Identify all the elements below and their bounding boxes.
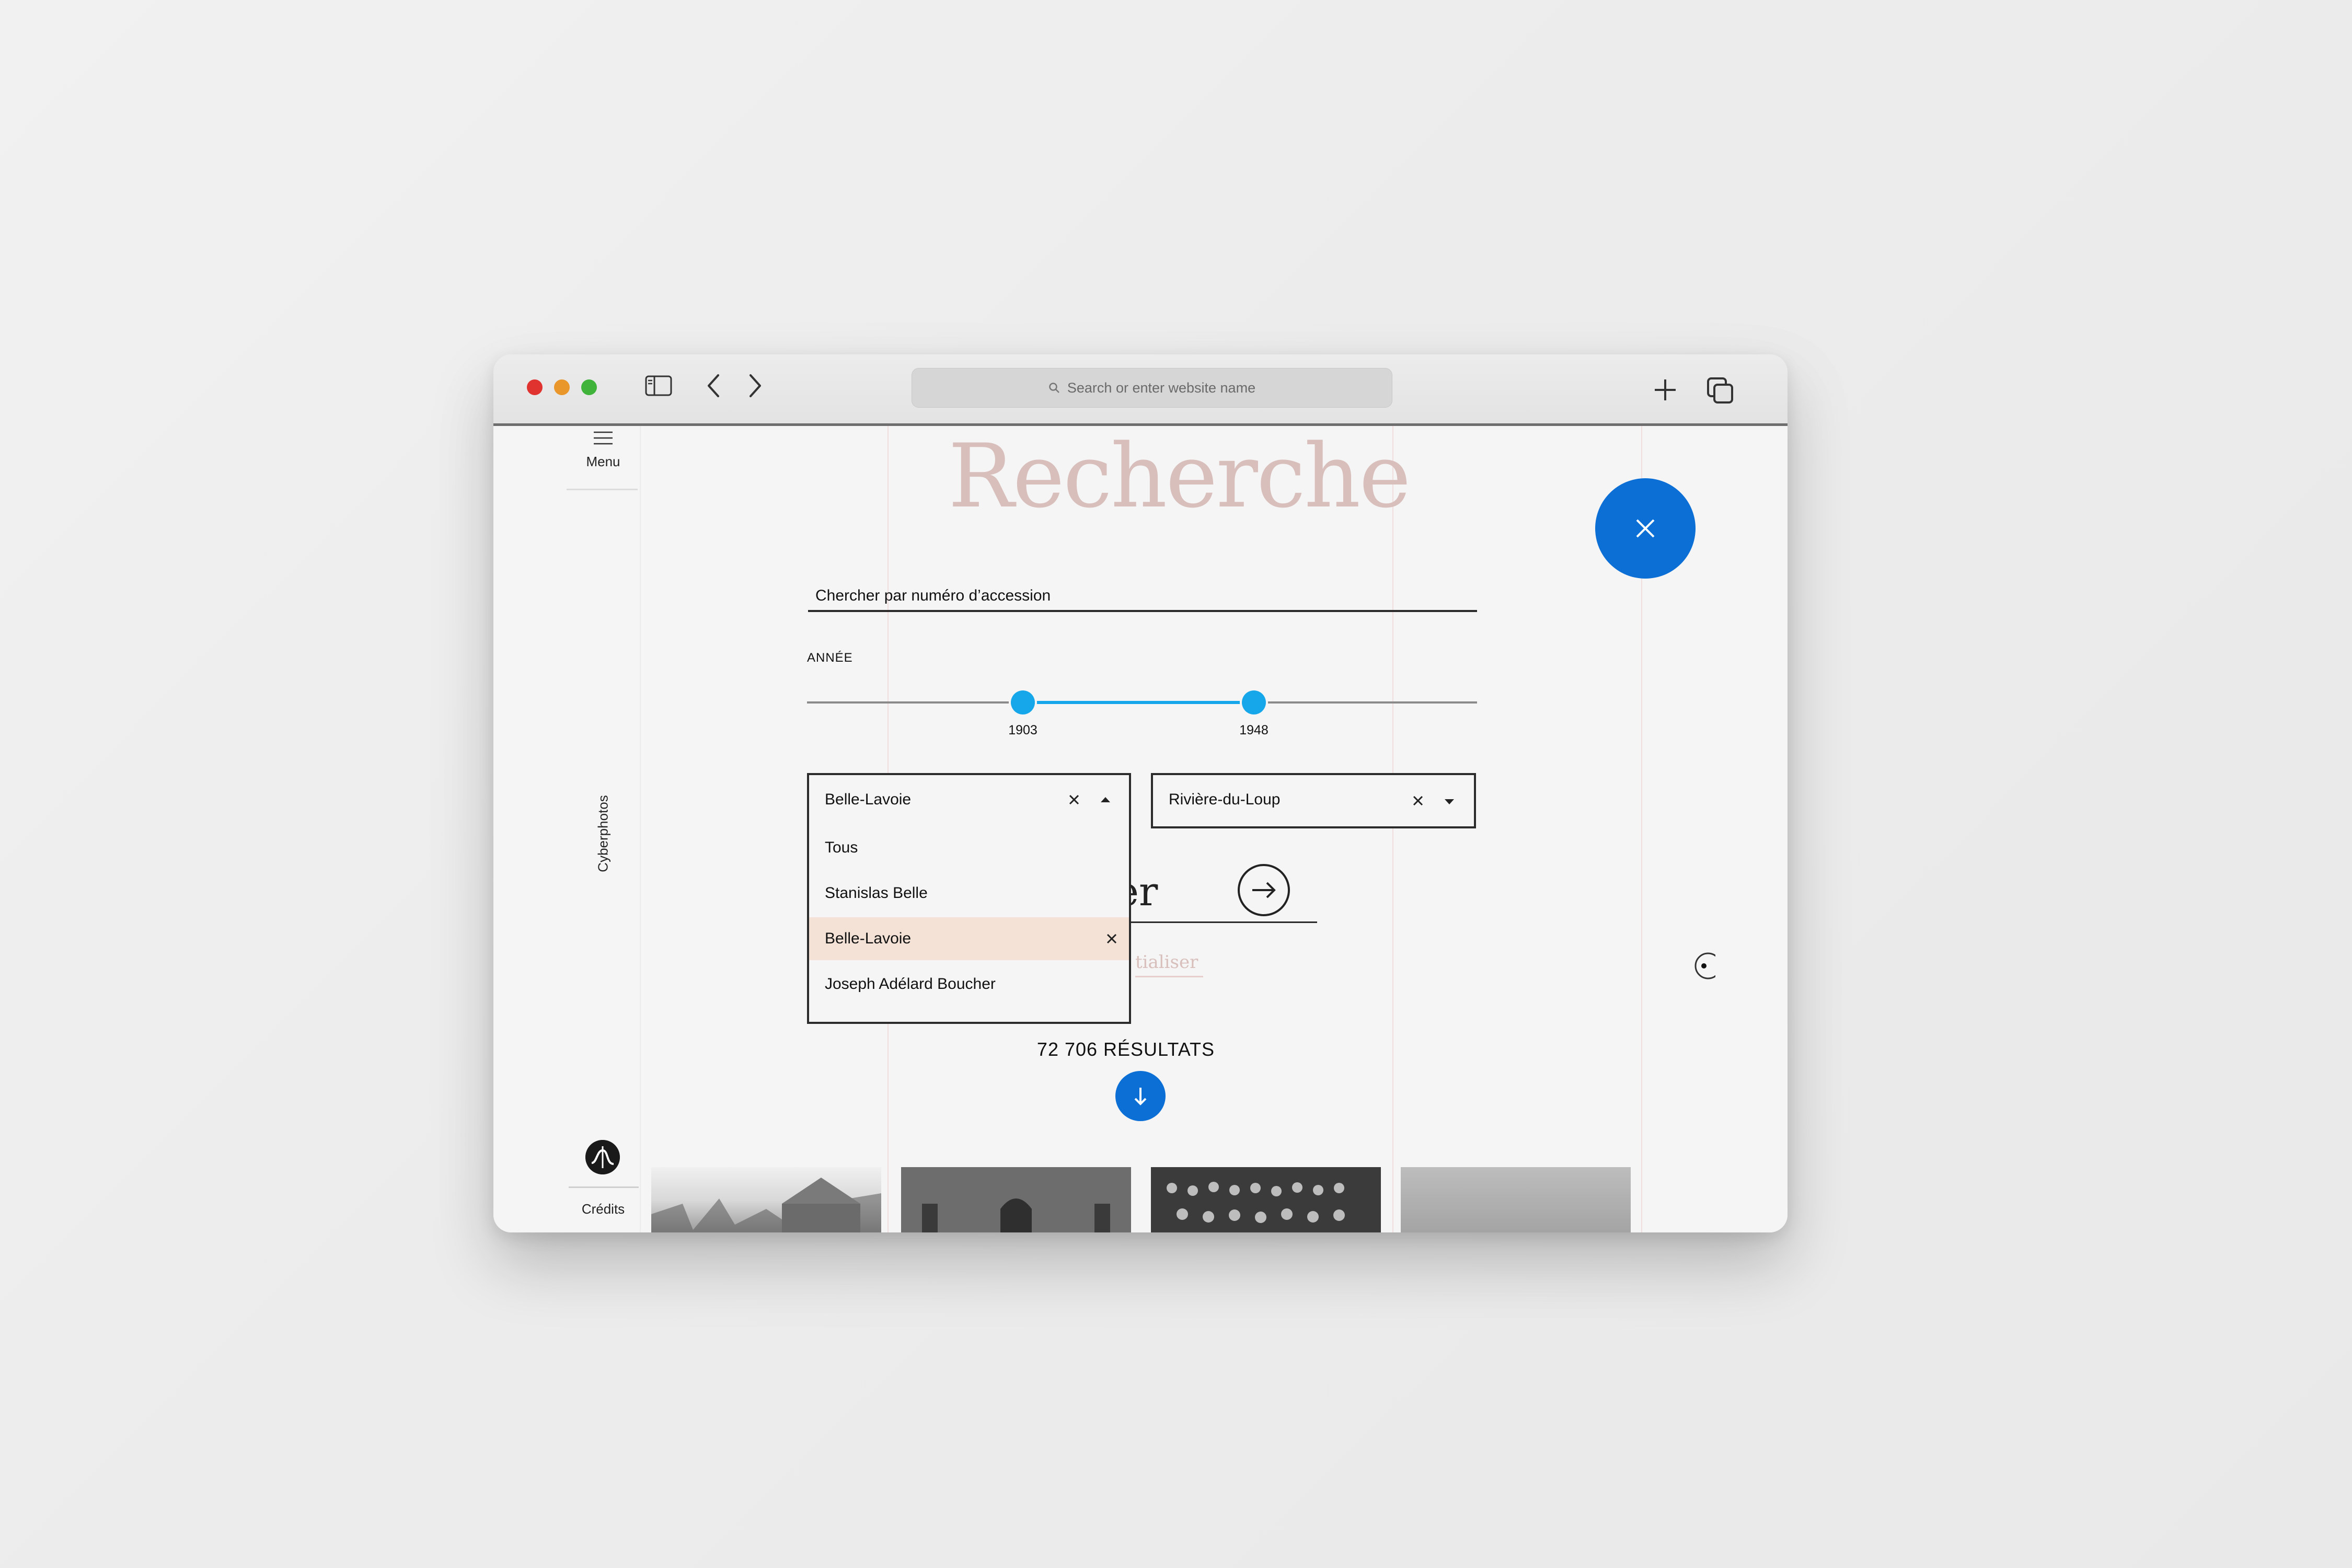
search-icon bbox=[1049, 383, 1059, 393]
year-slider-min-handle[interactable] bbox=[1011, 690, 1035, 714]
forward-icon[interactable] bbox=[744, 372, 765, 399]
brand-vertical-label: Cyberphotos bbox=[595, 795, 611, 872]
grid-guide bbox=[1392, 426, 1393, 1232]
menu-divider bbox=[567, 489, 638, 490]
search-submit-button[interactable] bbox=[1238, 864, 1290, 916]
clear-icon[interactable] bbox=[1068, 794, 1080, 805]
menu-label: Menu bbox=[586, 454, 620, 469]
photographer-option[interactable]: Joseph Adélard Boucher bbox=[809, 963, 1129, 1006]
arrow-down-icon bbox=[1134, 1088, 1147, 1105]
hamburger-icon bbox=[594, 431, 613, 445]
scroll-to-results-button[interactable] bbox=[1115, 1071, 1166, 1121]
photo-group-image bbox=[1151, 1167, 1381, 1232]
remove-selection-icon[interactable] bbox=[1106, 933, 1117, 944]
photographer-select[interactable]: Belle-Lavoie Tous Stanislas Belle Belle-… bbox=[807, 773, 1131, 1024]
photographer-option[interactable]: Tous bbox=[809, 826, 1129, 869]
credits-link[interactable]: Crédits bbox=[567, 1201, 640, 1217]
menu-button[interactable]: Menu bbox=[567, 430, 640, 470]
photographer-select-head[interactable]: Belle-Lavoie bbox=[809, 775, 1129, 826]
arrow-right-icon bbox=[1252, 882, 1276, 898]
zoom-window-button[interactable] bbox=[581, 379, 597, 395]
year-slider-max-handle[interactable] bbox=[1242, 690, 1266, 714]
photographer-option-selected[interactable]: Belle-Lavoie bbox=[809, 917, 1129, 960]
browser-toolbar: Search or enter website name bbox=[493, 354, 1788, 426]
close-search-button[interactable] bbox=[1595, 478, 1696, 579]
close-window-button[interactable] bbox=[527, 379, 543, 395]
year-min-value: 1903 bbox=[1008, 723, 1037, 737]
page-title: Recherche bbox=[948, 426, 1411, 527]
accession-number-input[interactable] bbox=[808, 582, 1477, 612]
result-thumbnail[interactable] bbox=[1151, 1167, 1381, 1232]
address-bar-placeholder: Search or enter website name bbox=[1067, 379, 1256, 396]
sidebar-toggle-icon[interactable] bbox=[645, 375, 672, 396]
caret-down-icon[interactable] bbox=[1444, 798, 1455, 805]
place-selected-value: Rivière-du-Loup bbox=[1169, 791, 1281, 808]
photo-trees-image bbox=[651, 1178, 881, 1232]
left-rail-divider bbox=[640, 426, 641, 1232]
search-submit-underline bbox=[1108, 921, 1317, 923]
year-slider-range bbox=[1022, 701, 1253, 704]
result-thumbnail[interactable] bbox=[1401, 1167, 1631, 1232]
new-tab-icon[interactable] bbox=[1652, 376, 1679, 403]
year-filter-label: ANNÉE bbox=[807, 651, 853, 665]
back-icon[interactable] bbox=[704, 372, 724, 399]
photographer-option[interactable]: Stanislas Belle bbox=[809, 872, 1129, 915]
photo-church-image bbox=[901, 1167, 1131, 1232]
reset-link[interactable]: tialiser bbox=[1135, 952, 1198, 973]
search-page: Menu Cyberphotos Crédits Recherche ANNÉE… bbox=[493, 426, 1788, 1232]
result-thumbnail[interactable] bbox=[651, 1167, 881, 1232]
credits-divider bbox=[569, 1186, 639, 1188]
logo-icon[interactable] bbox=[585, 1140, 620, 1174]
result-thumbnail[interactable] bbox=[901, 1167, 1131, 1232]
photographer-selected-value: Belle-Lavoie bbox=[825, 791, 912, 808]
close-icon bbox=[1636, 519, 1655, 538]
clear-icon[interactable] bbox=[1412, 795, 1424, 806]
results-count: 72 706 RÉSULTATS bbox=[1036, 1039, 1215, 1060]
minimize-window-button[interactable] bbox=[554, 379, 570, 395]
year-max-value: 1948 bbox=[1239, 723, 1269, 737]
address-bar[interactable]: Search or enter website name bbox=[912, 368, 1392, 408]
caret-up-icon[interactable] bbox=[1100, 796, 1111, 803]
reset-underline bbox=[1135, 976, 1203, 977]
browser-window: Search or enter website name Menu Cyberp… bbox=[493, 354, 1788, 1232]
option-label: Belle-Lavoie bbox=[825, 930, 912, 947]
scroll-indicator-icon[interactable] bbox=[1692, 952, 1715, 980]
tab-overview-icon[interactable] bbox=[1706, 376, 1734, 405]
place-select[interactable]: Rivière-du-Loup bbox=[1151, 773, 1476, 828]
